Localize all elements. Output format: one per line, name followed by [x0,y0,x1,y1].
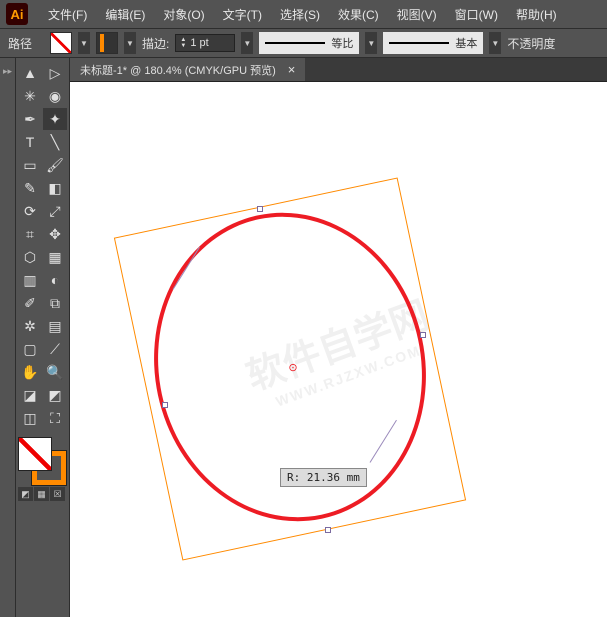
magic-wand-tool[interactable]: ✳ [18,85,42,107]
anchor-point[interactable] [257,206,263,212]
eyedropper-tool[interactable]: ✐ [18,292,42,314]
fill-stroke-control[interactable] [18,437,66,485]
blend-tool[interactable]: ⧉ [43,292,67,314]
none-mode-button[interactable]: ☒ [50,487,65,501]
menu-window[interactable]: 窗口(W) [447,4,506,25]
center-point-icon: ⊙ [288,362,298,372]
main-menu: 文件(F) 编辑(E) 对象(O) 文字(T) 选择(S) 效果(C) 视图(V… [40,4,565,25]
symbol-sprayer-tool[interactable]: ✲ [18,315,42,337]
default-fill-stroke[interactable]: ◩ [43,384,67,406]
menu-view[interactable]: 视图(V) [389,4,445,25]
rectangle-tool[interactable]: ▭ [18,154,42,176]
menu-help[interactable]: 帮助(H) [508,4,565,25]
expand-icon: ▸▸ [3,66,12,77]
document-title: 未标题-1* @ 180.4% (CMYK/GPU 预览) [80,62,276,78]
radius-tooltip: R: 21.36 mm [280,468,367,487]
fill-color-swatch[interactable] [18,437,52,471]
rotate-tool[interactable]: ⟳ [18,200,42,222]
artboard-tool[interactable]: ▢ [18,338,42,360]
document-tab[interactable]: 未标题-1* @ 180.4% (CMYK/GPU 预览) × [70,58,305,81]
mesh-tool[interactable]: ▥ [18,269,42,291]
perspective-grid-tool[interactable]: ▦ [43,246,67,268]
scale-tool[interactable]: ⤢ [43,200,67,222]
color-mode-button[interactable]: ◩ [18,487,33,501]
shape-builder-tool[interactable]: ⬡ [18,246,42,268]
menu-object[interactable]: 对象(O) [155,4,212,25]
screen-mode[interactable]: ⛶ [43,407,67,429]
variable-width-profile[interactable]: 等比 [259,32,359,54]
anchor-point[interactable] [162,402,168,408]
type-tool[interactable]: T [18,131,42,153]
fill-dropdown[interactable]: ▼ [78,32,90,54]
toggle-fill-stroke[interactable]: ◪ [18,384,42,406]
lasso-tool[interactable]: ◉ [43,85,67,107]
close-tab-icon[interactable]: × [288,62,296,77]
menu-file[interactable]: 文件(F) [40,4,95,25]
stroke-width-dropdown[interactable]: ▼ [241,32,253,54]
anchor-point[interactable] [420,332,426,338]
fill-swatch[interactable] [50,32,72,54]
stroke-swatch[interactable] [96,32,118,54]
options-bar: 路径 ▼ ▼ 描边: ▲▼1 pt ▼ 等比 ▼ 基本 ▼ 不透明度 [0,28,607,58]
brush-definition[interactable]: 基本 [383,32,483,54]
draw-mode[interactable]: ◫ [18,407,42,429]
free-transform-tool[interactable]: ✥ [43,223,67,245]
zoom-tool[interactable]: 🔍 [43,361,67,383]
slice-tool[interactable]: ⟋ [43,338,67,360]
anchor-point[interactable] [325,527,331,533]
opacity-label: 不透明度 [507,35,555,52]
brush-dropdown[interactable]: ▼ [489,32,501,54]
shaper-tool[interactable]: ✎ [18,177,42,199]
canvas[interactable]: 软件自学网 WWW.RJZXW.COM ⊙ R: 21.36 mm [70,82,607,617]
line-segment-tool[interactable]: ╲ [43,131,67,153]
hand-tool[interactable]: ✋ [18,361,42,383]
tools-panel: ▲ ▷ ✳ ◉ ✒ ✦ T ╲ ▭ 🖌 ✎ ◧ ⟳ ⤢ ⌗ ✥ ⬡ ▦ ▥ ◐ … [16,58,70,617]
app-logo: Ai [6,3,28,25]
direct-selection-tool[interactable]: ▷ [43,62,67,84]
document-tab-bar: 未标题-1* @ 180.4% (CMYK/GPU 预览) × [70,58,607,82]
paintbrush-tool[interactable]: 🖌 [43,154,67,176]
menu-effect[interactable]: 效果(C) [330,4,387,25]
column-graph-tool[interactable]: ▤ [43,315,67,337]
eraser-tool[interactable]: ◧ [43,177,67,199]
gradient-tool[interactable]: ◐ [43,269,67,291]
selection-tool[interactable]: ▲ [18,62,42,84]
gradient-mode-button[interactable]: ▦ [34,487,49,501]
pen-tool[interactable]: ✒ [18,108,42,130]
profile-dropdown[interactable]: ▼ [365,32,377,54]
selection-type-label: 路径 [8,35,32,52]
menu-select[interactable]: 选择(S) [272,4,328,25]
stroke-width-input[interactable]: ▲▼1 pt [175,34,235,52]
menu-edit[interactable]: 编辑(E) [97,4,153,25]
stroke-dropdown[interactable]: ▼ [124,32,136,54]
width-tool[interactable]: ⌗ [18,223,42,245]
menu-type[interactable]: 文字(T) [215,4,270,25]
panel-collapse-strip[interactable]: ▸▸ [0,58,16,617]
curvature-tool[interactable]: ✦ [43,108,67,130]
stroke-label: 描边: [142,35,169,52]
